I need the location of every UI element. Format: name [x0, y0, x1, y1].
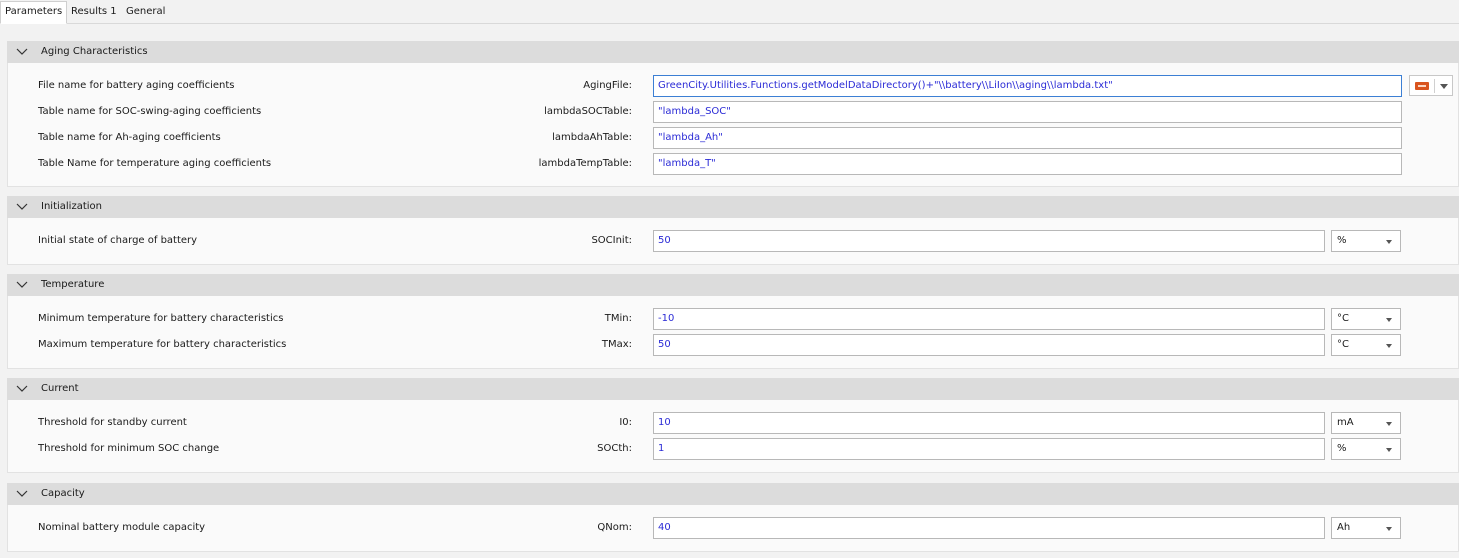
section-body: Threshold for standby current I0: 10 mA …: [7, 400, 1459, 473]
unit-value: °C: [1337, 339, 1349, 350]
section-title: Temperature: [41, 279, 105, 290]
section-header-capacity[interactable]: Capacity: [7, 483, 1459, 505]
param-row-qnom: Nominal battery module capacity QNom: 40…: [8, 516, 1459, 540]
dropdown-arrow-icon: [1386, 344, 1392, 348]
param-description: Nominal battery module capacity: [38, 522, 206, 533]
dropdown-arrow-icon: [1386, 318, 1392, 322]
unit-value: %: [1337, 443, 1347, 454]
param-name: TMax:: [601, 339, 632, 350]
unit-value: %: [1337, 235, 1347, 246]
chevron-down-icon: [16, 203, 28, 210]
string-options-button[interactable]: [1409, 75, 1453, 96]
chevron-down-icon: [16, 281, 28, 288]
section-body: Nominal battery module capacity QNom: 40…: [7, 505, 1459, 552]
param-description: Table name for SOC-swing-aging coefficie…: [38, 106, 262, 117]
param-description: Threshold for standby current: [38, 417, 187, 428]
param-row-lambda-soc-table: Table name for SOC-swing-aging coefficie…: [8, 100, 1459, 124]
unit-select[interactable]: °C: [1331, 334, 1401, 356]
param-name: I0:: [619, 417, 632, 428]
param-row-lambda-temp-table: Table Name for temperature aging coeffic…: [8, 152, 1459, 176]
chevron-down-icon: [16, 385, 28, 392]
unit-select[interactable]: °C: [1331, 308, 1401, 330]
section-header-current[interactable]: Current: [7, 378, 1459, 400]
section-body: Initial state of charge of battery SOCIn…: [7, 218, 1459, 265]
param-description: Initial state of charge of battery: [38, 235, 198, 246]
dropdown-arrow-icon: [1386, 527, 1392, 531]
dropdown-arrow-icon: [1386, 240, 1392, 244]
param-row-aging-file: File name for battery aging coefficients…: [8, 74, 1459, 98]
lambda-temp-table-input[interactable]: "lambda_T": [653, 153, 1402, 175]
param-description: Maximum temperature for battery characte…: [38, 339, 287, 350]
param-name: lambdaAhTable:: [552, 132, 632, 143]
param-description: Table Name for temperature aging coeffic…: [38, 158, 272, 169]
param-description: File name for battery aging coefficients: [38, 80, 235, 91]
param-row-tmin: Minimum temperature for battery characte…: [8, 307, 1459, 331]
tmin-input[interactable]: -10: [653, 308, 1325, 330]
param-row-socth: Threshold for minimum SOC change SOCth: …: [8, 437, 1459, 461]
socth-input[interactable]: 1: [653, 438, 1325, 460]
param-name: lambdaSOCTable:: [544, 106, 632, 117]
param-row-lambda-ah-table: Table name for Ah-aging coefficients lam…: [8, 126, 1459, 150]
param-row-i0: Threshold for standby current I0: 10 mA: [8, 411, 1459, 435]
lambda-soc-table-input[interactable]: "lambda_SOC": [653, 101, 1402, 123]
unit-select[interactable]: %: [1331, 230, 1401, 252]
param-name: lambdaTempTable:: [538, 158, 632, 169]
aging-file-input[interactable]: GreenCity.Utilities.Functions.getModelDa…: [653, 75, 1402, 97]
tab-general[interactable]: General: [122, 2, 169, 22]
tmax-input[interactable]: 50: [653, 334, 1325, 356]
section-title: Capacity: [41, 488, 85, 499]
param-name: SOCInit:: [591, 235, 632, 246]
tab-parameters[interactable]: Parameters: [0, 1, 68, 24]
dropdown-arrow-icon: [1386, 448, 1392, 452]
dropdown-arrow-icon: [1386, 422, 1392, 426]
soc-init-input[interactable]: 50: [653, 230, 1325, 252]
abc-string-icon: [1415, 82, 1429, 90]
unit-select[interactable]: Ah: [1331, 517, 1401, 539]
param-name: QNom:: [597, 522, 632, 533]
param-description: Table name for Ah-aging coefficients: [38, 132, 221, 143]
param-name: TMin:: [604, 313, 632, 324]
param-description: Threshold for minimum SOC change: [38, 443, 220, 454]
unit-select[interactable]: mA: [1331, 412, 1401, 434]
section-body: Minimum temperature for battery characte…: [7, 296, 1459, 369]
section-header-aging[interactable]: Aging Characteristics: [7, 41, 1459, 63]
unit-value: Ah: [1337, 522, 1351, 533]
qnom-input[interactable]: 40: [653, 517, 1325, 539]
i0-input[interactable]: 10: [653, 412, 1325, 434]
unit-select[interactable]: %: [1331, 438, 1401, 460]
unit-value: mA: [1337, 417, 1354, 428]
section-title: Current: [41, 383, 79, 394]
lambda-ah-table-input[interactable]: "lambda_Ah": [653, 127, 1402, 149]
section-title: Initialization: [41, 201, 102, 212]
param-row-tmax: Maximum temperature for battery characte…: [8, 333, 1459, 357]
tab-results-1[interactable]: Results 1: [67, 2, 121, 22]
param-name: AgingFile:: [583, 80, 632, 91]
param-description: Minimum temperature for battery characte…: [38, 313, 284, 324]
section-title: Aging Characteristics: [41, 46, 148, 57]
chevron-down-icon: [16, 48, 28, 55]
chevron-down-icon: [16, 490, 28, 497]
unit-value: °C: [1337, 313, 1349, 324]
section-header-temperature[interactable]: Temperature: [7, 274, 1459, 296]
tab-bar: Parameters Results 1 General: [0, 0, 1459, 24]
dropdown-arrow-icon: [1440, 84, 1448, 89]
param-name: SOCth:: [597, 443, 632, 454]
section-body: File name for battery aging coefficients…: [7, 63, 1459, 187]
section-header-initialization[interactable]: Initialization: [7, 196, 1459, 218]
param-row-soc-init: Initial state of charge of battery SOCIn…: [8, 229, 1459, 253]
